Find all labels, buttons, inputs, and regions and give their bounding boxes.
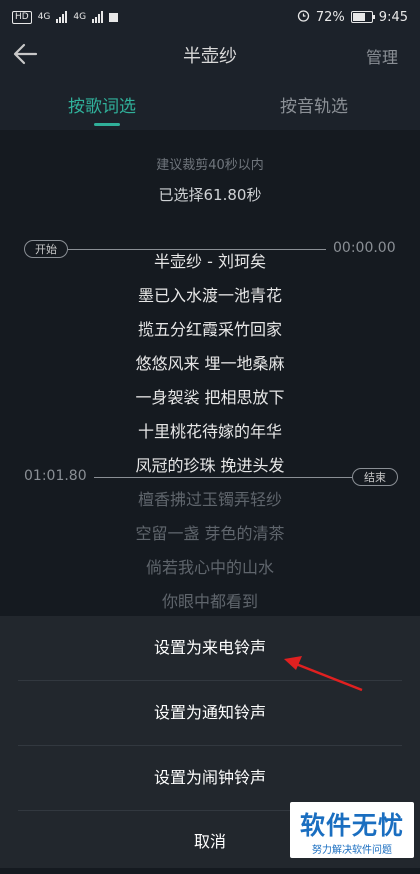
hd-badge: HD (12, 10, 32, 24)
app-bar: 半壶纱 管理 (0, 34, 420, 74)
network-4g-label-1: 4G (37, 12, 51, 22)
notification-icon (109, 12, 119, 22)
status-bar: HD 4G 4G 72% 9:45 (0, 0, 420, 34)
lyric-line[interactable]: 倘若我心中的山水 (0, 554, 420, 578)
battery-percent: 72% (315, 9, 345, 25)
watermark-main-text: 软件无忧 (299, 811, 404, 840)
tab-bar: 按歌词选 按音轨选 (0, 74, 420, 130)
watermark-sub-text: 努力解决软件问题 (312, 845, 392, 856)
end-marker-line (94, 477, 352, 478)
lyric-line[interactable]: 一身袈裟 把相思放下 (0, 384, 420, 408)
lyric-line[interactable]: 悠悠风来 埋一地桑麻 (0, 350, 420, 374)
status-right: 72% 9:45 (297, 9, 408, 26)
lyric-line[interactable]: 檀香拂过玉镯弄轻纱 (0, 486, 420, 510)
signal-icon (56, 11, 68, 23)
tab-by-track[interactable]: 按音轨选 (280, 92, 348, 117)
watermark-logo: 软件无忧 努力解决软件问题 (290, 802, 414, 858)
lyric-line[interactable]: 凤冠的珍珠 挽进头发 (0, 452, 420, 476)
trim-hint: 建议裁剪40秒以内 (156, 158, 264, 173)
manage-button[interactable]: 管理 (366, 44, 398, 68)
lyric-line[interactable]: 十里桃花待嫁的年华 (0, 418, 420, 442)
page-title: 半壶纱 (183, 46, 237, 67)
selected-duration: 已选择61.80秒 (158, 186, 262, 204)
tab-by-lyrics[interactable]: 按歌词选 (68, 92, 136, 117)
battery-icon (350, 11, 375, 23)
status-left: HD 4G 4G (12, 10, 119, 24)
network-4g-label-2: 4G (73, 12, 87, 22)
signal-icon-2 (92, 11, 104, 23)
alarm-icon (297, 9, 310, 26)
battery-fill (352, 13, 366, 21)
lyric-line[interactable]: 揽五分红霞采竹回家 (0, 316, 420, 340)
status-time: 9:45 (378, 9, 408, 25)
set-call-ringtone-button[interactable]: 设置为来电铃声 (18, 616, 402, 681)
lyric-line[interactable]: 墨已入水渡一池青花 (0, 282, 420, 306)
lyric-line[interactable]: 你眼中都看到 (0, 588, 420, 612)
lyric-line[interactable]: 半壶纱 - 刘珂矣 (0, 248, 420, 272)
lyric-line[interactable]: 空留一盏 芽色的清茶 (0, 520, 420, 544)
active-tab-indicator (94, 123, 120, 126)
set-notification-ringtone-button[interactable]: 设置为通知铃声 (18, 681, 402, 746)
